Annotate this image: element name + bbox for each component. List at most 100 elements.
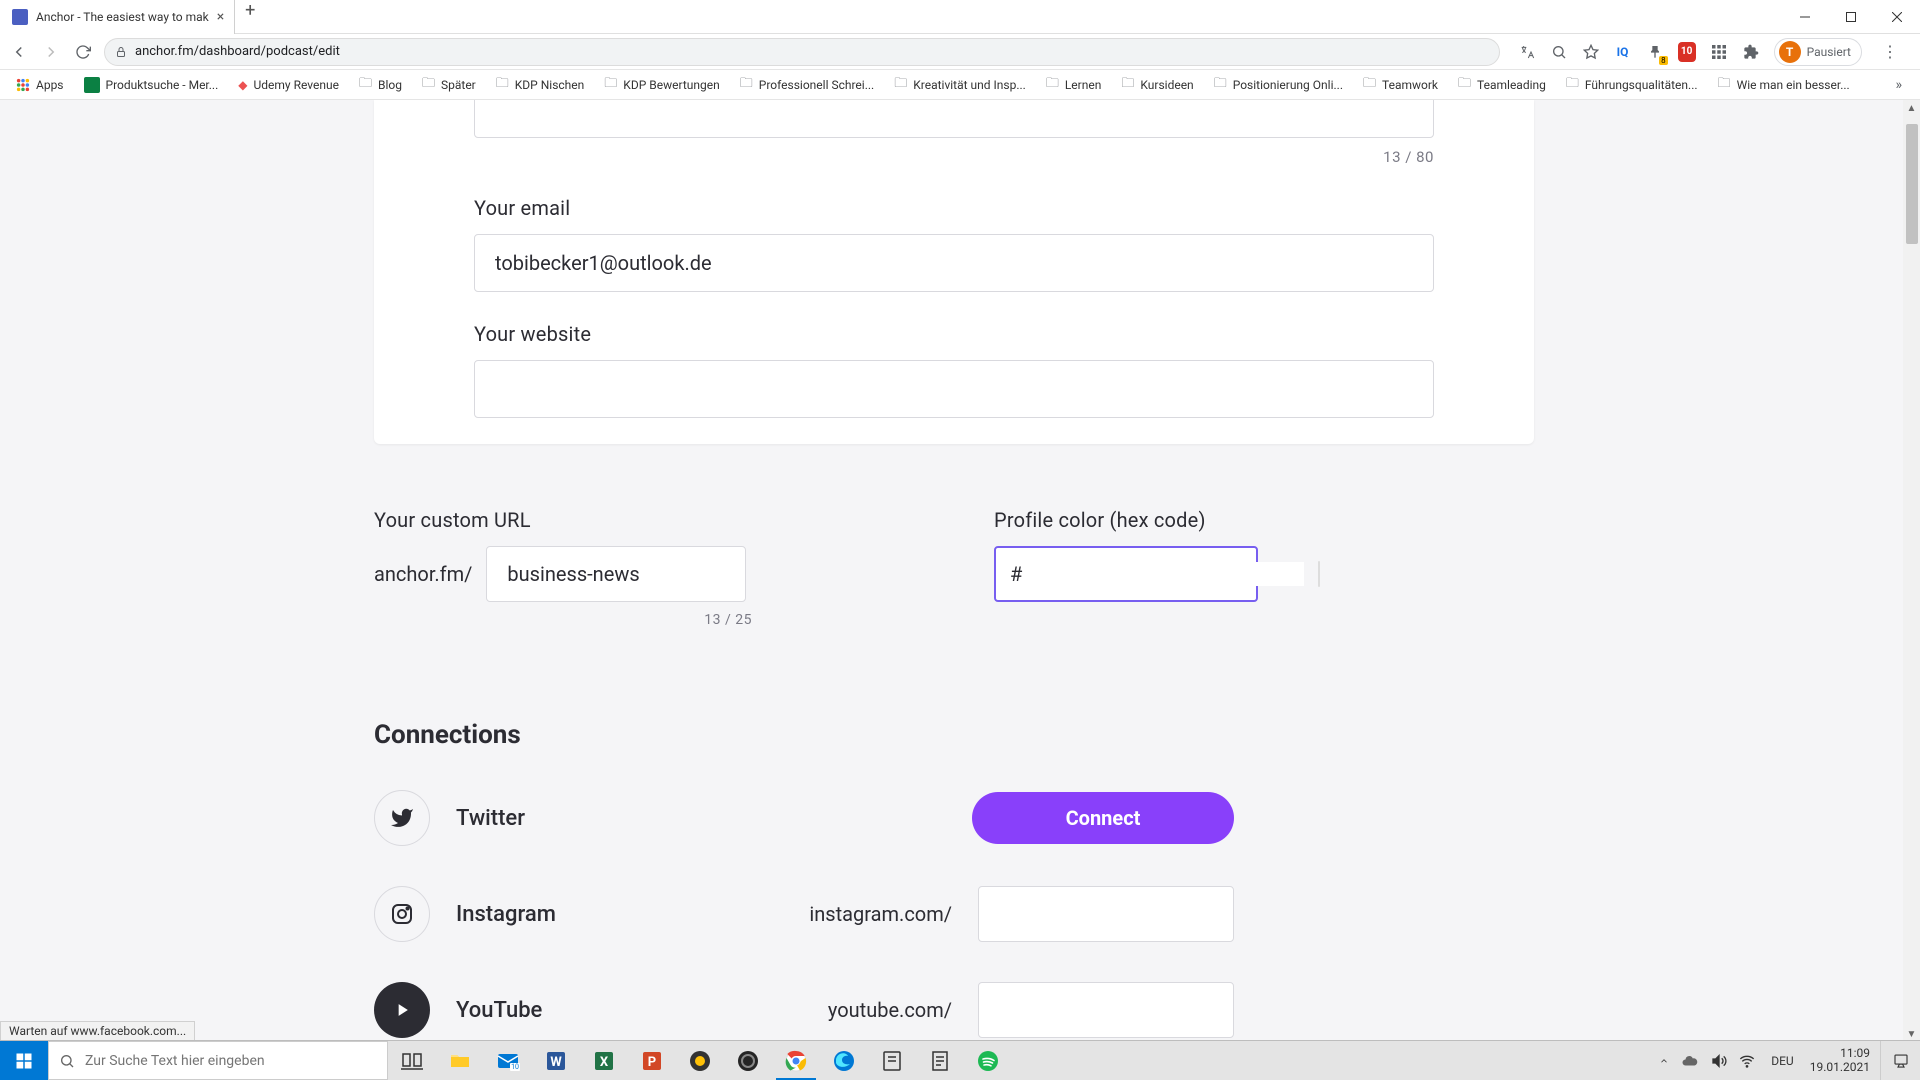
profile-color-field[interactable]: # bbox=[994, 546, 1258, 602]
youtube-label: YouTube bbox=[456, 998, 696, 1023]
connection-row-twitter: Twitter Connect bbox=[374, 790, 1234, 846]
taskbar-edge-icon[interactable] bbox=[820, 1041, 868, 1080]
bookmark-star-icon[interactable] bbox=[1582, 43, 1600, 61]
taskbar-app-icon[interactable] bbox=[676, 1041, 724, 1080]
anchor-favicon bbox=[12, 9, 28, 25]
svg-text:P: P bbox=[648, 1055, 656, 1070]
browser-tab[interactable]: Anchor - The easiest way to mak × bbox=[0, 0, 235, 34]
bookmark-item[interactable]: 🗀KDP Nischen bbox=[488, 70, 593, 100]
bookmark-item[interactable]: 🗀Wie man ein besser... bbox=[1710, 70, 1858, 100]
folder-icon: 🗀 bbox=[1458, 74, 1471, 96]
task-view-icon[interactable] bbox=[388, 1041, 436, 1080]
youtube-prefix: youtube.com/ bbox=[828, 998, 952, 1022]
tray-chevron-icon[interactable] bbox=[1659, 1056, 1669, 1066]
taskbar-search[interactable] bbox=[48, 1041, 388, 1080]
window-maximize-button[interactable] bbox=[1828, 0, 1874, 34]
extension-pin-icon[interactable]: 8 bbox=[1646, 43, 1664, 61]
taskbar-notepad-icon[interactable] bbox=[916, 1041, 964, 1080]
folder-icon: 🗀 bbox=[1566, 74, 1579, 96]
folder-icon: 🗀 bbox=[359, 74, 372, 96]
search-icon bbox=[59, 1053, 75, 1069]
bookmark-item[interactable]: 🗀Positionierung Onli... bbox=[1206, 70, 1351, 100]
twitter-icon bbox=[374, 790, 430, 846]
taskbar-word-icon[interactable]: W bbox=[532, 1041, 580, 1080]
translate-icon[interactable] bbox=[1518, 43, 1536, 61]
tray-language[interactable]: DEU bbox=[1767, 1054, 1797, 1068]
bookmark-apps[interactable]: Apps bbox=[8, 74, 72, 96]
tray-time: 11:09 bbox=[1810, 1047, 1870, 1061]
taskbar-spotify-icon[interactable] bbox=[964, 1041, 1012, 1080]
custom-url-label: Your custom URL bbox=[374, 508, 774, 532]
taskbar-app2-icon[interactable] bbox=[868, 1041, 916, 1080]
taskbar-explorer-icon[interactable] bbox=[436, 1041, 484, 1080]
site-favicon: ◆ bbox=[238, 78, 247, 92]
folder-icon: 🗀 bbox=[1363, 74, 1376, 96]
connection-row-youtube: YouTube youtube.com/ bbox=[374, 982, 1234, 1038]
bookmark-item[interactable]: 🗀Teamwork bbox=[1355, 70, 1446, 100]
color-swatch bbox=[1318, 561, 1320, 587]
zoom-icon[interactable] bbox=[1550, 43, 1568, 61]
youtube-input[interactable] bbox=[978, 982, 1234, 1038]
taskbar-obs-icon[interactable] bbox=[724, 1041, 772, 1080]
email-input[interactable] bbox=[474, 234, 1434, 292]
extension-grid-icon[interactable] bbox=[1710, 43, 1728, 61]
custom-url-input[interactable] bbox=[486, 546, 746, 602]
bookmarks-bar: Apps Produktsuche - Mer... ◆Udemy Revenu… bbox=[0, 70, 1920, 100]
taskbar-search-input[interactable] bbox=[85, 1053, 377, 1069]
name-input-partial[interactable] bbox=[474, 100, 1434, 138]
bookmark-item[interactable]: 🗀Kreativität und Insp... bbox=[886, 70, 1034, 100]
profile-color-input[interactable] bbox=[1050, 562, 1304, 586]
nav-forward-button[interactable] bbox=[40, 41, 62, 63]
nav-reload-button[interactable] bbox=[72, 41, 94, 63]
bookmark-item[interactable]: 🗀Später bbox=[414, 70, 484, 100]
new-tab-button[interactable]: + bbox=[235, 0, 265, 21]
bookmarks-overflow-icon[interactable]: » bbox=[1885, 77, 1912, 93]
bookmark-item[interactable]: 🗀Führungsqualitäten... bbox=[1558, 70, 1706, 100]
bookmark-item[interactable]: 🗀Blog bbox=[351, 70, 410, 100]
site-favicon bbox=[84, 77, 100, 93]
website-input[interactable] bbox=[474, 360, 1434, 418]
profile-avatar: T bbox=[1779, 41, 1801, 63]
bookmark-item[interactable]: 🗀Kursideen bbox=[1113, 70, 1201, 100]
scroll-thumb[interactable] bbox=[1906, 124, 1918, 244]
folder-icon: 🗀 bbox=[1121, 74, 1134, 96]
instagram-input[interactable] bbox=[978, 886, 1234, 942]
taskbar-mail-icon[interactable]: 10 bbox=[484, 1041, 532, 1080]
tray-volume-icon[interactable] bbox=[1711, 1053, 1727, 1069]
taskbar-powerpoint-icon[interactable]: P bbox=[628, 1041, 676, 1080]
tray-onedrive-icon[interactable] bbox=[1681, 1052, 1699, 1070]
browser-menu-icon[interactable]: ⋮ bbox=[1876, 42, 1904, 61]
taskbar-excel-icon[interactable]: X bbox=[580, 1041, 628, 1080]
tab-close-icon[interactable]: × bbox=[217, 9, 224, 25]
taskbar-chrome-icon[interactable] bbox=[772, 1041, 820, 1080]
profile-chip[interactable]: T Pausiert bbox=[1774, 38, 1862, 66]
instagram-label: Instagram bbox=[456, 902, 696, 927]
bookmark-item[interactable]: 🗀Lernen bbox=[1038, 70, 1110, 100]
custom-url-prefix: anchor.fm/ bbox=[374, 562, 472, 586]
profile-card: 13 / 80 Your email Your website bbox=[374, 100, 1534, 444]
bookmark-item[interactable]: 🗀Professionell Schrei... bbox=[732, 70, 882, 100]
scrollbar[interactable]: ▲ ▼ bbox=[1903, 100, 1920, 1043]
bookmark-item[interactable]: 🗀Teamleading bbox=[1450, 70, 1554, 100]
bookmark-item[interactable]: 🗀KDP Bewertungen bbox=[596, 70, 727, 100]
tray-wifi-icon[interactable] bbox=[1739, 1053, 1755, 1069]
twitter-connect-button[interactable]: Connect bbox=[972, 792, 1234, 844]
window-minimize-button[interactable] bbox=[1782, 0, 1828, 34]
bookmark-item[interactable]: ◆Udemy Revenue bbox=[230, 74, 347, 96]
tray-clock[interactable]: 11:09 19.01.2021 bbox=[1810, 1047, 1870, 1075]
email-label: Your email bbox=[474, 196, 1434, 220]
extension-red-icon[interactable]: 10 bbox=[1678, 43, 1696, 61]
folder-icon: 🗀 bbox=[422, 74, 435, 96]
nav-back-button[interactable] bbox=[8, 41, 30, 63]
bookmark-item[interactable]: Produktsuche - Mer... bbox=[76, 73, 227, 97]
name-counter: 13 / 80 bbox=[474, 148, 1434, 166]
scroll-up-icon[interactable]: ▲ bbox=[1903, 100, 1920, 117]
tray-notifications-icon[interactable] bbox=[1880, 1041, 1920, 1080]
window-close-button[interactable] bbox=[1874, 0, 1920, 34]
svg-text:W: W bbox=[550, 1055, 562, 1070]
extensions-puzzle-icon[interactable] bbox=[1742, 43, 1760, 61]
svg-text:X: X bbox=[600, 1055, 609, 1070]
address-bar[interactable]: anchor.fm/dashboard/podcast/edit bbox=[104, 38, 1500, 66]
extension-iq-icon[interactable]: IQ bbox=[1614, 43, 1632, 61]
start-button[interactable] bbox=[0, 1041, 48, 1080]
